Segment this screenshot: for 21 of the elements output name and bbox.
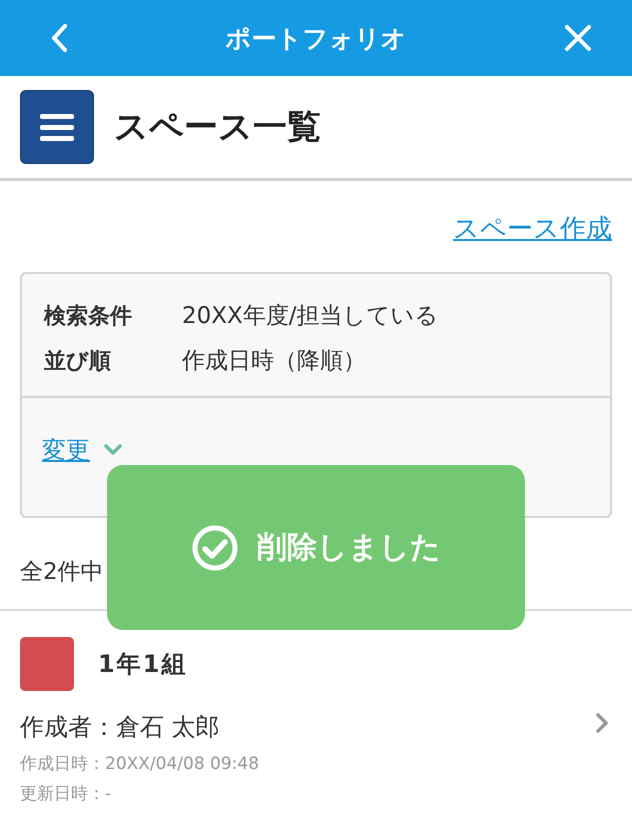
space-name: 1年1組 bbox=[98, 649, 188, 680]
check-circle-icon bbox=[191, 524, 239, 572]
updated-date: 更新日時：- bbox=[20, 783, 112, 806]
creator-text: 作成者：倉石 太郎 bbox=[20, 712, 221, 743]
menu-button[interactable] bbox=[20, 90, 94, 164]
chevron-icon[interactable] bbox=[104, 444, 122, 456]
close-icon[interactable] bbox=[564, 24, 592, 52]
condition-label: 検索条件 bbox=[44, 302, 133, 330]
back-icon[interactable] bbox=[50, 23, 68, 53]
condition-label: 並び順 bbox=[44, 348, 112, 376]
condition-value: 作成日時（降順） bbox=[182, 347, 367, 376]
created-date: 作成日時：20XX/04/08 09:48 bbox=[20, 753, 260, 776]
page-title: スペース一覧 bbox=[114, 106, 321, 149]
result-count: 全2件中 bbox=[20, 558, 104, 587]
header-title: ポートフォリオ bbox=[226, 22, 406, 54]
toast-message: 削除しました bbox=[257, 529, 441, 567]
create-space-link[interactable]: スペース作成 bbox=[453, 211, 612, 246]
condition-value: 20XX年度/担当している bbox=[182, 302, 440, 331]
menu-icon bbox=[40, 113, 74, 141]
change-link[interactable]: 変更 bbox=[42, 434, 90, 466]
chevron-right-icon[interactable] bbox=[596, 713, 608, 733]
